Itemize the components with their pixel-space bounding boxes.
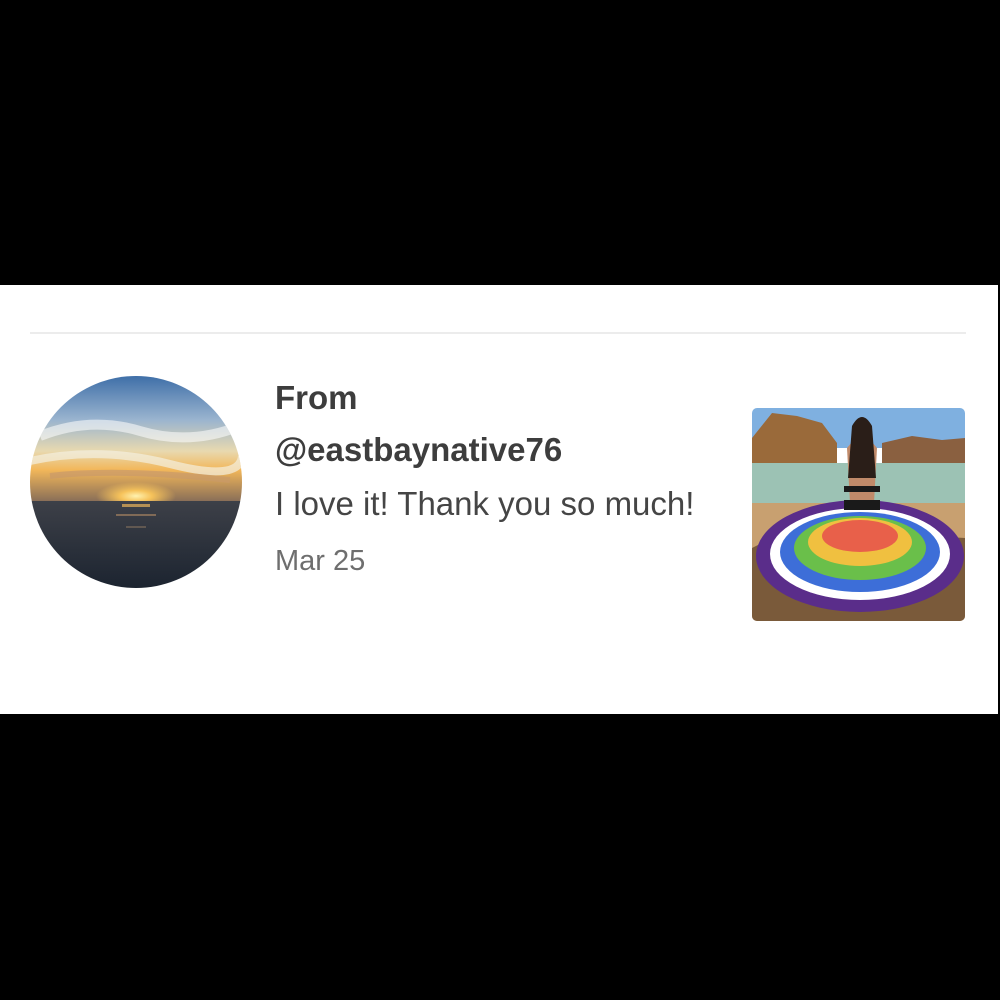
screenshot-frame: From @eastbaynative76 I love it! Thank y… xyxy=(0,0,1000,1000)
reviewer-handle[interactable]: @eastbaynative76 xyxy=(275,429,705,471)
divider xyxy=(30,332,966,334)
review-card: From @eastbaynative76 I love it! Thank y… xyxy=(0,285,998,714)
review-photo-thumbnail[interactable] xyxy=(752,408,965,621)
review-message: I love it! Thank you so much! xyxy=(275,485,695,522)
review-date: Mar 25 xyxy=(275,545,366,577)
review-text: From @eastbaynative76 I love it! Thank y… xyxy=(275,377,705,579)
from-label: From xyxy=(275,379,358,416)
reviewer-avatar[interactable] xyxy=(30,376,242,588)
